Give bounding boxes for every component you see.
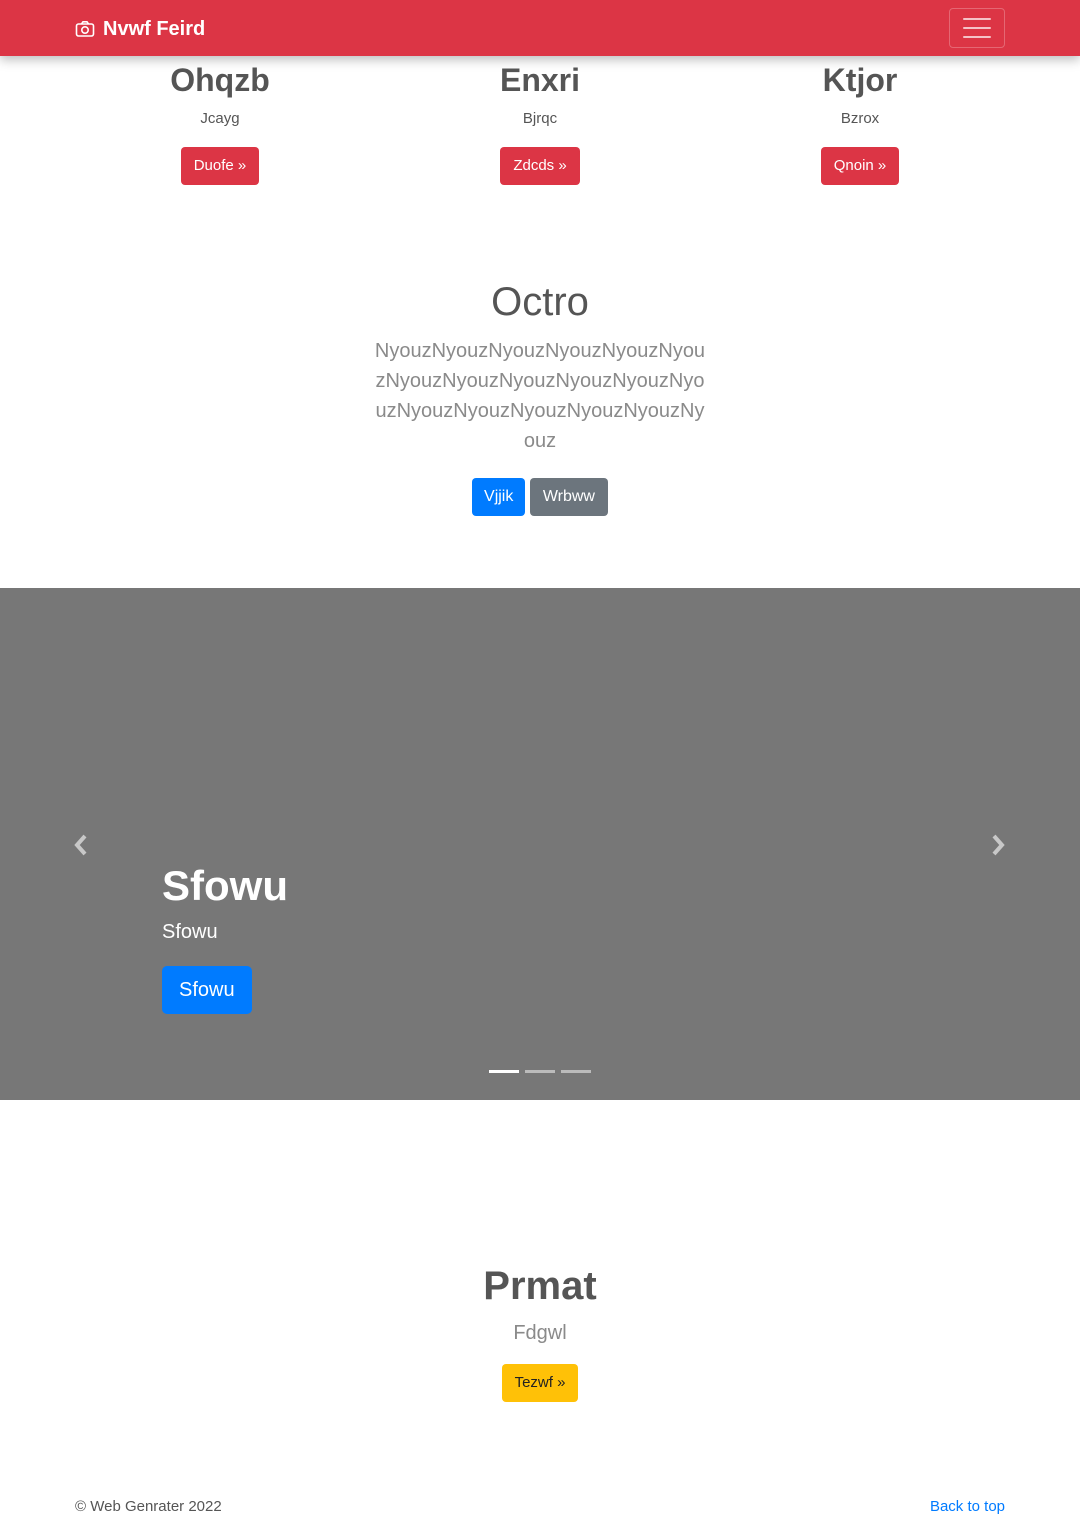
feature-title: Ktjor: [822, 62, 898, 98]
octro-section: Octro NyouzNyouzNyouzNyouzNyouzNyouzNyou…: [0, 276, 1080, 516]
carousel-indicator-1[interactable]: [489, 1070, 519, 1073]
feature-text: Jcayg: [200, 110, 240, 127]
section-text: Fdgwl: [513, 1322, 567, 1344]
hamburger-icon: [963, 18, 991, 38]
feature-column-2: Enxri Bjrqc Zdcds »: [400, 56, 680, 185]
section-lead: NyouzNyouzNyouzNyouzNyouzNyouzNyouzNyouz…: [374, 340, 706, 452]
chevron-left-icon[interactable]: [70, 832, 92, 858]
carousel: Sfowu Sfowu Sfowu: [0, 588, 1080, 1100]
carousel-indicators: [489, 1070, 591, 1073]
carousel-text: Sfowu: [162, 921, 218, 943]
carousel-button[interactable]: Sfowu: [162, 966, 252, 1014]
feature-title: Enxri: [499, 62, 581, 98]
carousel-indicator-2[interactable]: [525, 1070, 555, 1073]
feature-button-1[interactable]: Duofe »: [180, 147, 260, 185]
feature-column-3: Ktjor Bzrox Qnoin »: [720, 56, 1000, 185]
feature-text: Bzrox: [840, 110, 880, 127]
feature-button-2[interactable]: Zdcds »: [500, 147, 580, 185]
feature-title: Ohqzb: [170, 62, 270, 98]
navbar-toggler-button[interactable]: [949, 8, 1005, 48]
button-group: Vjjik Wrbww: [0, 478, 1080, 516]
section-title: Prmat: [483, 1264, 597, 1308]
prmat-button[interactable]: Tezwf »: [501, 1364, 579, 1402]
carousel-title: Sfowu: [162, 862, 288, 909]
feature-button-3[interactable]: Qnoin »: [820, 147, 900, 185]
secondary-button[interactable]: Wrbww: [529, 478, 608, 516]
back-to-top-link[interactable]: Back to top: [930, 1498, 1005, 1515]
brand-text: Nvwf Feird: [103, 17, 206, 40]
feature-column-1: Ohqzb Jcayg Duofe »: [80, 56, 360, 185]
feature-text: Bjrqc: [522, 110, 558, 127]
carousel-indicator-3[interactable]: [561, 1070, 591, 1073]
prmat-section: Prmat Fdgwl Tezwf »: [0, 1262, 1080, 1402]
camera-icon: [75, 21, 95, 37]
chevron-right-icon[interactable]: [987, 832, 1009, 858]
navbar: Nvwf Feird: [0, 0, 1080, 56]
section-title: Octro: [491, 280, 589, 324]
footer-copyright: © Web Genrater 2022: [75, 1498, 222, 1515]
brand-link[interactable]: Nvwf Feird: [75, 15, 205, 43]
primary-button[interactable]: Vjjik: [472, 478, 526, 516]
carousel-caption: Sfowu Sfowu Sfowu: [162, 860, 288, 1014]
